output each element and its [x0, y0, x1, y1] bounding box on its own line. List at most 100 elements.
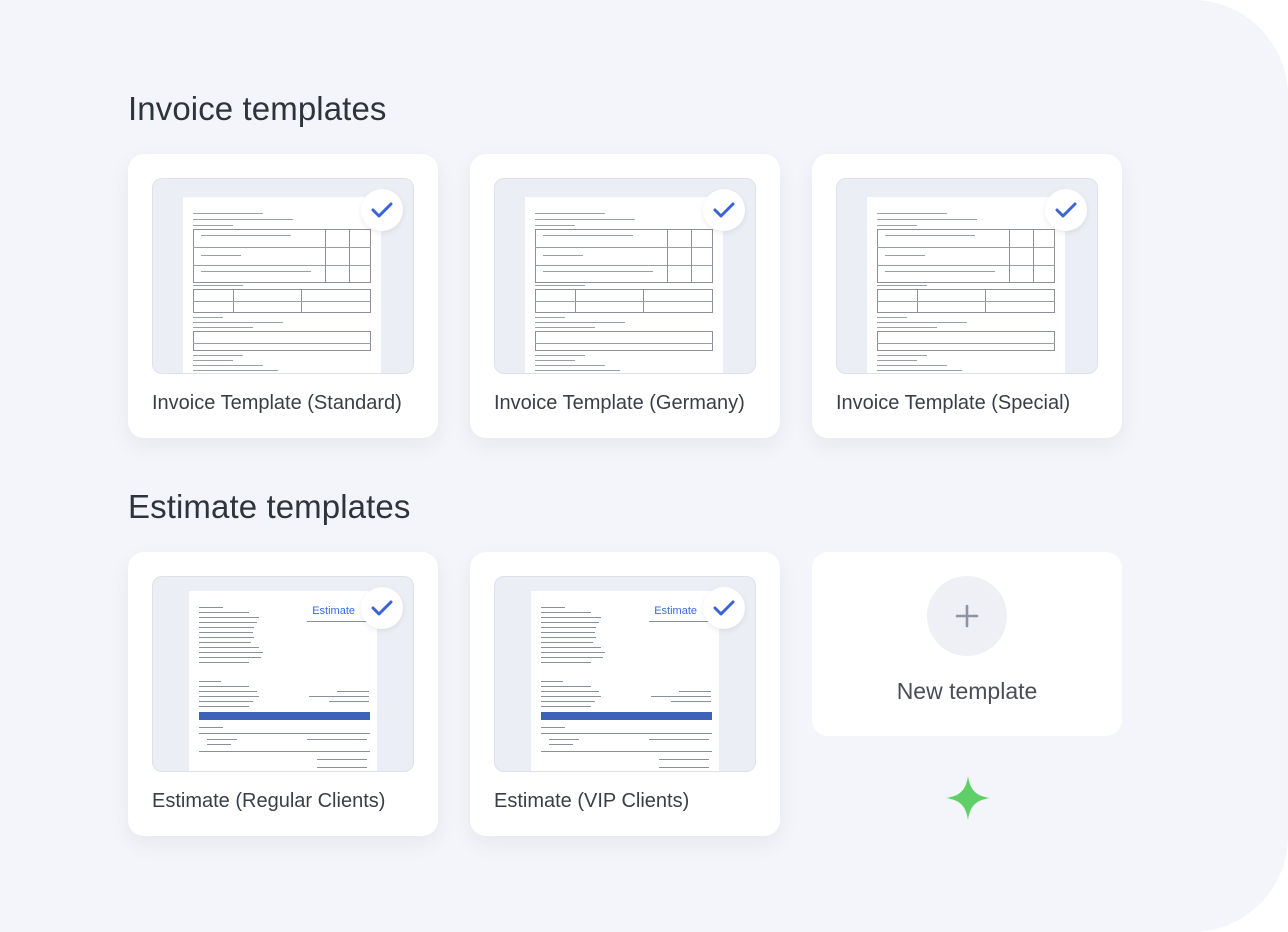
estimate-doc-heading: Estimate: [312, 605, 355, 617]
doc-text-line: [543, 235, 633, 237]
doc-text-line: [543, 255, 583, 257]
doc-text-line: [877, 327, 937, 329]
doc-text-line: [535, 322, 625, 324]
doc-text-line: [535, 355, 585, 357]
doc-text-line: [535, 213, 605, 215]
doc-text-line: [649, 621, 709, 623]
doc-text-line: [877, 317, 907, 319]
estimate-document-preview: Estimate: [531, 591, 719, 771]
doc-text-line: [199, 696, 259, 698]
doc-text-line: [535, 225, 575, 227]
doc-text-line: [541, 637, 596, 639]
selected-check-icon: [703, 587, 745, 629]
doc-text-line: [199, 657, 261, 659]
doc-table-rule: [541, 733, 712, 734]
doc-table-rule: [193, 247, 371, 248]
doc-text-line: [201, 235, 291, 237]
doc-text-line: [885, 235, 975, 237]
doc-text-line: [541, 617, 601, 619]
doc-text-line: [193, 370, 278, 372]
selected-check-icon: [1045, 189, 1087, 231]
doc-text-line: [541, 686, 591, 688]
doc-text-line: [199, 647, 259, 649]
doc-table-rule: [535, 343, 713, 344]
estimate-doc-heading: Estimate: [654, 605, 697, 617]
doc-table-box: [877, 373, 1055, 374]
doc-table-box: [877, 331, 1055, 351]
doc-text-line: [877, 213, 947, 215]
doc-text-line: [193, 355, 243, 357]
card-label: Invoice Template (Special): [836, 392, 1071, 414]
doc-text-line: [541, 657, 603, 659]
doc-text-line: [877, 355, 927, 357]
doc-text-line: [535, 370, 620, 372]
doc-text-line: [199, 727, 223, 729]
doc-text-line: [193, 317, 223, 319]
selected-check-icon: [703, 189, 745, 231]
doc-text-line: [199, 607, 223, 609]
estimate-template-card-vip[interactable]: Estimate Estimate (VIP Clients): [470, 552, 780, 836]
doc-table-rule: [325, 229, 326, 283]
doc-table-box: [193, 331, 371, 351]
sparkle-icon: [946, 776, 990, 820]
doc-text-line: [193, 213, 263, 215]
doc-text-line: [541, 632, 595, 634]
doc-table-rule: [1009, 229, 1010, 283]
doc-table-rule: [193, 301, 371, 302]
invoice-document-preview: [525, 197, 723, 374]
doc-table-rule: [535, 247, 713, 248]
doc-text-line: [193, 219, 293, 221]
doc-text-line: [337, 691, 369, 693]
doc-text-line: [649, 739, 709, 741]
doc-text-line: [877, 285, 927, 287]
doc-text-line: [885, 271, 995, 273]
invoice-section-title: Invoice templates: [128, 90, 387, 127]
doc-table-rule: [199, 751, 370, 752]
doc-text-line: [307, 739, 367, 741]
doc-text-line: [193, 365, 263, 367]
doc-text-line: [541, 652, 605, 654]
doc-text-line: [541, 607, 565, 609]
card-label: Estimate (VIP Clients): [494, 790, 690, 812]
doc-table-box: [535, 373, 713, 374]
invoice-template-card-special[interactable]: Invoice Template (Special): [812, 154, 1122, 438]
doc-text-line: [199, 652, 263, 654]
doc-text-line: [199, 617, 259, 619]
invoice-template-card-germany[interactable]: Invoice Template (Germany): [470, 154, 780, 438]
doc-text-line: [541, 662, 591, 664]
doc-text-line: [541, 696, 601, 698]
doc-table-box: [535, 331, 713, 351]
doc-table-rule: [541, 751, 712, 752]
doc-table-rule: [1033, 229, 1034, 283]
doc-text-line: [193, 360, 233, 362]
invoice-document-preview: [183, 197, 381, 374]
doc-text-line: [201, 255, 241, 257]
doc-text-line: [541, 706, 591, 708]
card-label: Estimate (Regular Clients): [152, 790, 386, 812]
estimate-table-header: [541, 712, 712, 720]
doc-text-line: [877, 225, 917, 227]
doc-table-rule: [535, 265, 713, 266]
estimate-template-card-regular[interactable]: Estimate Estimate (Regular Clients): [128, 552, 438, 836]
doc-text-line: [535, 360, 575, 362]
invoice-template-card-standard[interactable]: Invoice Template (Standard): [128, 154, 438, 438]
doc-text-line: [535, 317, 565, 319]
doc-text-line: [541, 691, 599, 693]
new-template-button[interactable]: New template: [812, 552, 1122, 736]
doc-table-box: [193, 373, 371, 374]
doc-text-line: [199, 637, 254, 639]
doc-table-rule: [877, 247, 1055, 248]
doc-text-line: [307, 621, 367, 623]
doc-text-line: [877, 219, 977, 221]
doc-text-line: [199, 662, 249, 664]
doc-text-line: [549, 739, 579, 741]
doc-table-rule: [193, 265, 371, 266]
doc-text-line: [877, 360, 917, 362]
doc-text-line: [651, 696, 711, 698]
doc-table-rule: [193, 343, 371, 344]
doc-text-line: [329, 701, 369, 703]
doc-text-line: [541, 612, 591, 614]
new-template-label: New template: [896, 678, 1038, 704]
doc-text-line: [199, 642, 251, 644]
estimate-preview-thumbnail: Estimate: [494, 576, 756, 772]
